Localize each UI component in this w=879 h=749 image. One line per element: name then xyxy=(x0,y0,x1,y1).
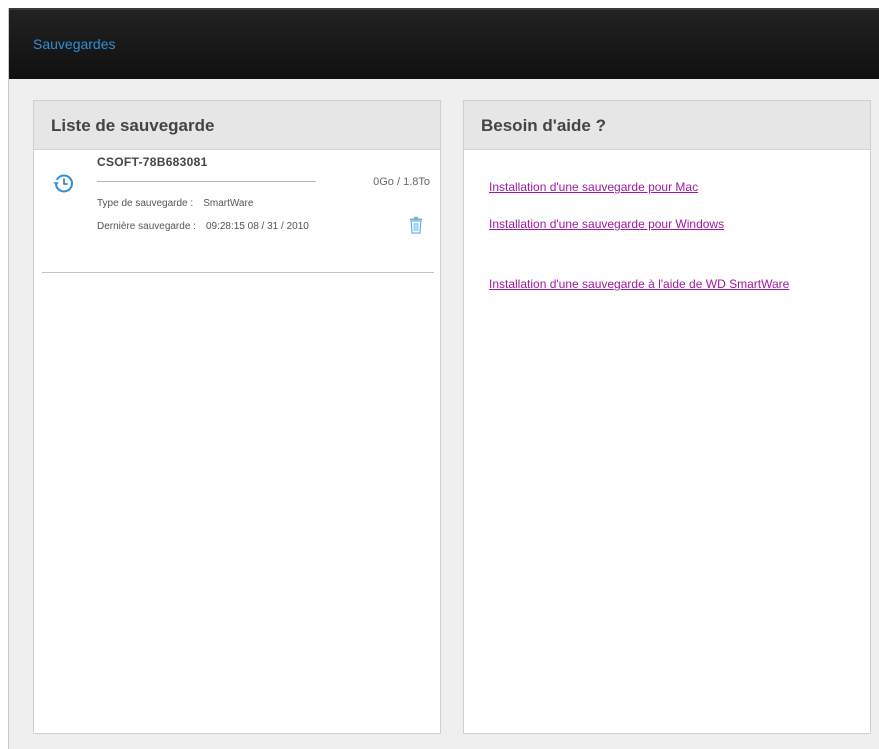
last-backup-label: Dernière sauvegarde : xyxy=(97,221,196,232)
help-link-mac[interactable]: Installation d'une sauvegarde pour Mac xyxy=(489,180,809,194)
help-link-windows[interactable]: Installation d'une sauvegarde pour Windo… xyxy=(489,217,809,231)
page-title-link[interactable]: Sauvegardes xyxy=(33,36,116,52)
capacity-bar xyxy=(97,181,316,182)
device-name: CSOFT-78B683081 xyxy=(97,155,208,169)
backup-type-value: SmartWare xyxy=(203,198,254,209)
app-frame: Sauvegardes Liste de sauvegarde CSOFT-78… xyxy=(8,8,879,749)
trash-icon[interactable] xyxy=(409,216,423,234)
backup-list-panel: Liste de sauvegarde CSOFT-78B683081 0Go … xyxy=(33,100,441,734)
last-backup-row: Dernière sauvegarde : 09:28:15 08 / 31 / … xyxy=(97,221,309,232)
help-panel: Besoin d'aide ? Installation d'une sauve… xyxy=(463,100,871,734)
help-link-smartware[interactable]: Installation d'une sauvegarde à l'aide d… xyxy=(489,277,809,291)
top-bar: Sauvegardes xyxy=(9,8,879,79)
help-header: Besoin d'aide ? xyxy=(464,101,870,150)
history-icon xyxy=(53,174,73,193)
item-divider xyxy=(42,272,434,273)
last-backup-value: 09:28:15 08 / 31 / 2010 xyxy=(205,221,309,232)
backup-type-label: Type de sauvegarde : xyxy=(97,198,194,209)
backup-list-item[interactable]: CSOFT-78B683081 0Go / 1.8To Type de sauv… xyxy=(34,150,440,264)
capacity-text: 0Go / 1.8To xyxy=(373,176,430,188)
backup-list-header: Liste de sauvegarde xyxy=(34,101,440,150)
backup-type-row: Type de sauvegarde : SmartWare xyxy=(97,198,253,209)
